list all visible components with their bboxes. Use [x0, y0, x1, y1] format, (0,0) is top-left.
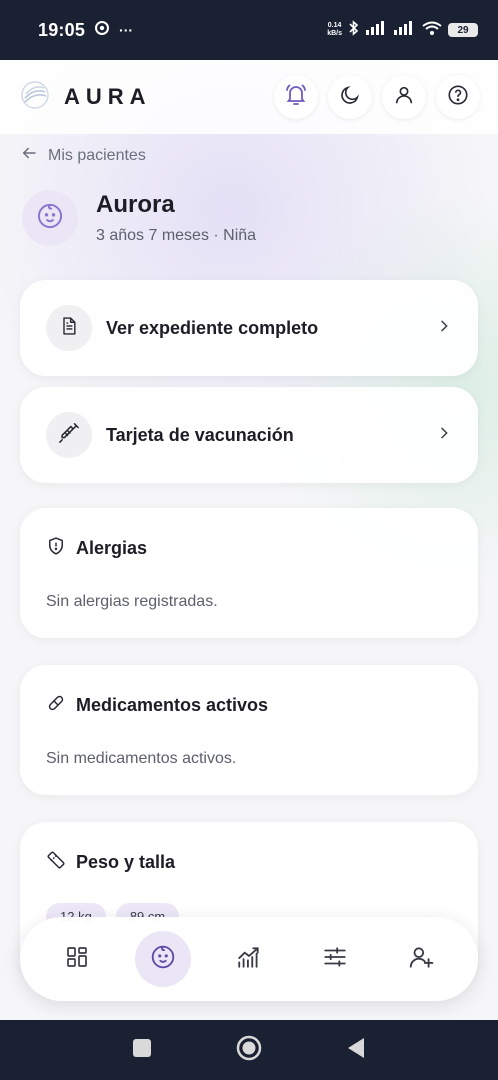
notifications-button[interactable] — [274, 75, 318, 119]
chrome-icon — [95, 20, 110, 40]
back-to-patients-link[interactable]: Mis pacientes — [20, 144, 146, 167]
back-label: Mis pacientes — [48, 146, 146, 164]
bluetooth-icon — [348, 19, 360, 41]
status-time: 19:05 — [38, 19, 86, 40]
medications-title: Medicamentos activos — [76, 695, 269, 715]
patient-name: Aurora — [96, 191, 175, 218]
allergies-card: Alergias Sin alergias registradas. — [20, 508, 478, 638]
growth-title: Peso y talla — [76, 852, 176, 872]
chevron-right-icon — [436, 318, 452, 339]
vaccination-card-link[interactable]: Tarjeta de vacunación — [20, 387, 478, 483]
medications-empty-text: Sin medicamentos activos. — [46, 750, 237, 767]
battery-indicator: 29 — [448, 23, 478, 37]
nav-patients[interactable] — [135, 931, 191, 987]
view-full-record-card[interactable]: Ver expediente completo — [20, 280, 478, 376]
brand-name: AURA — [64, 84, 152, 109]
top-bar: AURA — [0, 60, 498, 134]
profile-button[interactable] — [382, 75, 426, 119]
system-nav-bar — [0, 1020, 498, 1080]
grid-icon — [65, 945, 89, 974]
nav-add-patient[interactable] — [393, 931, 449, 987]
chevron-right-icon — [436, 425, 452, 446]
document-icon — [59, 316, 79, 341]
baby-face-icon — [36, 202, 64, 235]
more-notifications-icon: ··· — [119, 22, 134, 38]
vaccination-card-label: Tarjeta de vacunación — [106, 424, 294, 445]
nav-settings[interactable] — [307, 931, 363, 987]
wifi-icon — [422, 21, 442, 40]
arrow-left-icon — [20, 144, 38, 167]
patient-age-sex: 3 años 7 meses · Niña — [96, 227, 257, 244]
shield-icon — [46, 536, 66, 561]
medications-card: Medicamentos activos Sin medicamentos ac… — [20, 665, 478, 795]
home-button[interactable] — [236, 1035, 262, 1066]
chart-icon — [236, 944, 262, 975]
help-icon — [447, 84, 469, 111]
bell-alert-icon — [284, 83, 308, 112]
signal-icon — [366, 20, 388, 40]
sliders-icon — [322, 944, 348, 975]
baby-face-icon — [150, 944, 176, 975]
brand: AURA — [20, 80, 152, 115]
allergies-empty-text: Sin alergias registradas. — [46, 593, 218, 610]
view-full-record-label: Ver expediente completo — [106, 317, 319, 338]
moon-icon — [339, 84, 361, 111]
nav-dashboard[interactable] — [49, 931, 105, 987]
app-screen: AURA Mis pacientes Aurora 3 años 7 meses… — [0, 60, 498, 1020]
document-icon-wrap — [46, 305, 92, 351]
recent-apps-button[interactable] — [132, 1038, 152, 1063]
back-button[interactable] — [346, 1037, 366, 1064]
nav-growth[interactable] — [221, 931, 277, 987]
bottom-nav — [20, 917, 478, 1001]
net-speed: 0.14 kB/s — [327, 22, 342, 37]
dark-mode-button[interactable] — [328, 75, 372, 119]
signal-icon-2 — [394, 20, 416, 40]
user-icon — [393, 84, 415, 111]
pill-icon — [46, 693, 66, 718]
help-button[interactable] — [436, 75, 480, 119]
patient-avatar — [22, 190, 78, 246]
user-plus-icon — [408, 944, 434, 975]
ruler-icon — [46, 850, 66, 875]
status-bar: 19:05 ··· 0.14 kB/s 29 — [0, 0, 498, 60]
syringe-icon — [58, 422, 80, 449]
patient-header: Aurora 3 años 7 meses · Niña — [22, 190, 256, 246]
syringe-icon-wrap — [46, 412, 92, 458]
allergies-title: Alergias — [76, 538, 148, 558]
aura-logo-icon — [20, 80, 50, 115]
